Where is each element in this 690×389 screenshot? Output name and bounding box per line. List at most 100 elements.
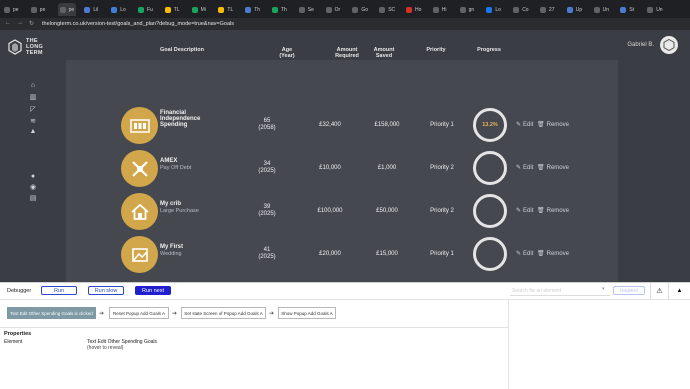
browser-tab-label: Or (334, 6, 341, 13)
browser-tab-label: Co (522, 6, 529, 13)
goal-name: Financial Independence Spending (160, 110, 201, 128)
favicon-icon (59, 6, 66, 13)
header-age: Age (Year) (279, 47, 295, 59)
browser-tab[interactable]: Go (352, 3, 368, 16)
step-item[interactable]: Reset Popup Add Goals A (109, 307, 169, 319)
edit-button[interactable]: ✎ Edit (514, 207, 533, 215)
browser-tab[interactable]: SC (379, 3, 395, 16)
browser-tab[interactable]: St (620, 3, 634, 16)
goal-row: AMEX Pay Off Debt 34 (2025) £10,000 £1,000… (113, 148, 584, 189)
back-icon[interactable]: ← (5, 20, 11, 26)
edit-button[interactable]: ✎ Edit (514, 250, 533, 258)
forward-icon[interactable]: → (17, 20, 23, 26)
goal-priority: Priority 2 (430, 165, 454, 171)
goal-name: AMEX Pay Off Debt (160, 158, 220, 171)
browser-tab[interactable]: gn (459, 3, 474, 16)
browser-tab[interactable]: Fu (138, 3, 153, 16)
document-icon[interactable]: ▤ (29, 195, 37, 203)
browser-tab[interactable]: Un (593, 3, 609, 16)
browser-tab[interactable]: pe (30, 3, 45, 16)
browser-tab[interactable]: pe (57, 3, 77, 16)
browser-tab-label: pe (68, 6, 75, 13)
browser-tab[interactable]: Lil (84, 3, 98, 16)
address-bar[interactable]: ← → ↻ thelongterm.co.uk/version-test/goa… (0, 18, 690, 30)
properties-title: Properties (4, 331, 32, 337)
browser-tab-label: Un (656, 6, 663, 13)
step-item[interactable]: Set state Screen of Popup Add Goals A (181, 307, 266, 319)
favicon-icon (352, 6, 359, 13)
chat-icon[interactable]: ◉ (29, 184, 37, 192)
favicon-icon (84, 6, 91, 13)
trash-icon: 🗑 (537, 208, 545, 214)
avatar[interactable] (660, 36, 678, 54)
favicon-icon (406, 6, 412, 13)
expand-icon[interactable]: ▲ (668, 283, 690, 299)
goal-age: 39 (2025) (258, 204, 276, 217)
favicon-icon (138, 6, 144, 13)
browser-tab[interactable]: Se (298, 3, 314, 16)
favicon-icon (486, 6, 493, 13)
goal-age: 34 (2025) (258, 161, 276, 174)
user-menu[interactable]: Gabriel B. (627, 36, 678, 54)
browser-tab[interactable]: Lo (486, 3, 501, 16)
browser-tab-label: Lil (93, 6, 99, 13)
browser-tab-label: Up (575, 6, 583, 13)
browser-tab-label: 27 (549, 6, 555, 13)
remove-button[interactable]: 🗑 Remove (535, 164, 569, 172)
browser-tab[interactable]: Lo (111, 3, 126, 16)
browser-tab[interactable]: TL (218, 3, 233, 16)
avatar-logo-icon (663, 39, 675, 51)
run-button[interactable]: Run (41, 286, 77, 295)
layers-icon[interactable]: ≋ (29, 118, 37, 126)
goal-required: £100,000 (317, 208, 343, 214)
run-slow-button[interactable]: Run slow (88, 286, 124, 295)
warning-icon[interactable]: ⚠ (650, 283, 668, 299)
bank-icon[interactable]: ▥ (29, 94, 37, 102)
goal-age: 65 (2058) (258, 118, 276, 131)
logo[interactable]: THE LONG TERM (8, 38, 43, 56)
favicon-icon (459, 6, 466, 13)
browser-tab[interactable]: Ho (406, 3, 421, 16)
browser-tab[interactable]: pe (4, 3, 19, 16)
browser-tab[interactable]: Un (647, 3, 663, 16)
step-item[interactable]: Text Edit Other Spending Goals is clicke… (7, 307, 96, 319)
reload-icon[interactable]: ↻ (29, 20, 34, 27)
element-search-input[interactable]: Search for an element (510, 286, 610, 296)
header-goal: Goal Description (159, 47, 204, 53)
browser-tab[interactable]: Hi (432, 3, 447, 16)
favicon-icon (298, 6, 305, 13)
header-saved: Amount Saved (373, 47, 395, 59)
remove-button[interactable]: 🗑 Remove (535, 207, 569, 215)
graduation-icon[interactable]: ▲ (29, 128, 37, 136)
trash-icon: 🗑 (537, 251, 545, 257)
browser-tab[interactable]: Co (513, 3, 529, 16)
user-name: Gabriel B. (627, 42, 654, 48)
browser-tab-label: St (629, 6, 635, 13)
browser-tab[interactable]: Th (245, 3, 260, 16)
pencil-icon: ✎ (516, 165, 522, 171)
chart-icon[interactable]: ◸ (29, 106, 37, 114)
browser-tab[interactable]: TL (164, 3, 180, 16)
browser-tab-label: Go (361, 6, 369, 13)
browser-tab[interactable]: 27 (540, 3, 555, 16)
person-icon[interactable]: ● (29, 173, 37, 181)
url-text[interactable]: thelongterm.co.uk/version-test/goals_and… (42, 21, 234, 27)
step-item[interactable]: Show Popup Add Goals A (278, 307, 336, 319)
remove-button[interactable]: 🗑 Remove (535, 250, 569, 258)
browser-tab[interactable]: Up (566, 3, 583, 16)
browser-tab[interactable]: Th (272, 3, 287, 16)
browser-tab[interactable]: Or (325, 3, 341, 16)
edit-button[interactable]: ✎ Edit (514, 121, 533, 129)
edit-button[interactable]: ✎ Edit (514, 164, 533, 172)
favicon-icon (647, 6, 654, 13)
home-icon[interactable]: ⌂ (29, 82, 37, 90)
chevron-down-icon[interactable]: ▾ (602, 286, 605, 292)
remove-button[interactable]: 🗑 Remove (535, 121, 569, 129)
browser-tab[interactable]: Mi (191, 3, 206, 16)
run-next-button[interactable]: Run next (135, 286, 171, 295)
browser-tab-label: Th (254, 6, 261, 13)
inspect-button[interactable]: Inspect (613, 286, 645, 295)
pencil-icon: ✎ (516, 208, 522, 214)
goal-subtitle: Pay Off Debt (160, 165, 192, 171)
pencil-icon: ✎ (516, 122, 522, 128)
